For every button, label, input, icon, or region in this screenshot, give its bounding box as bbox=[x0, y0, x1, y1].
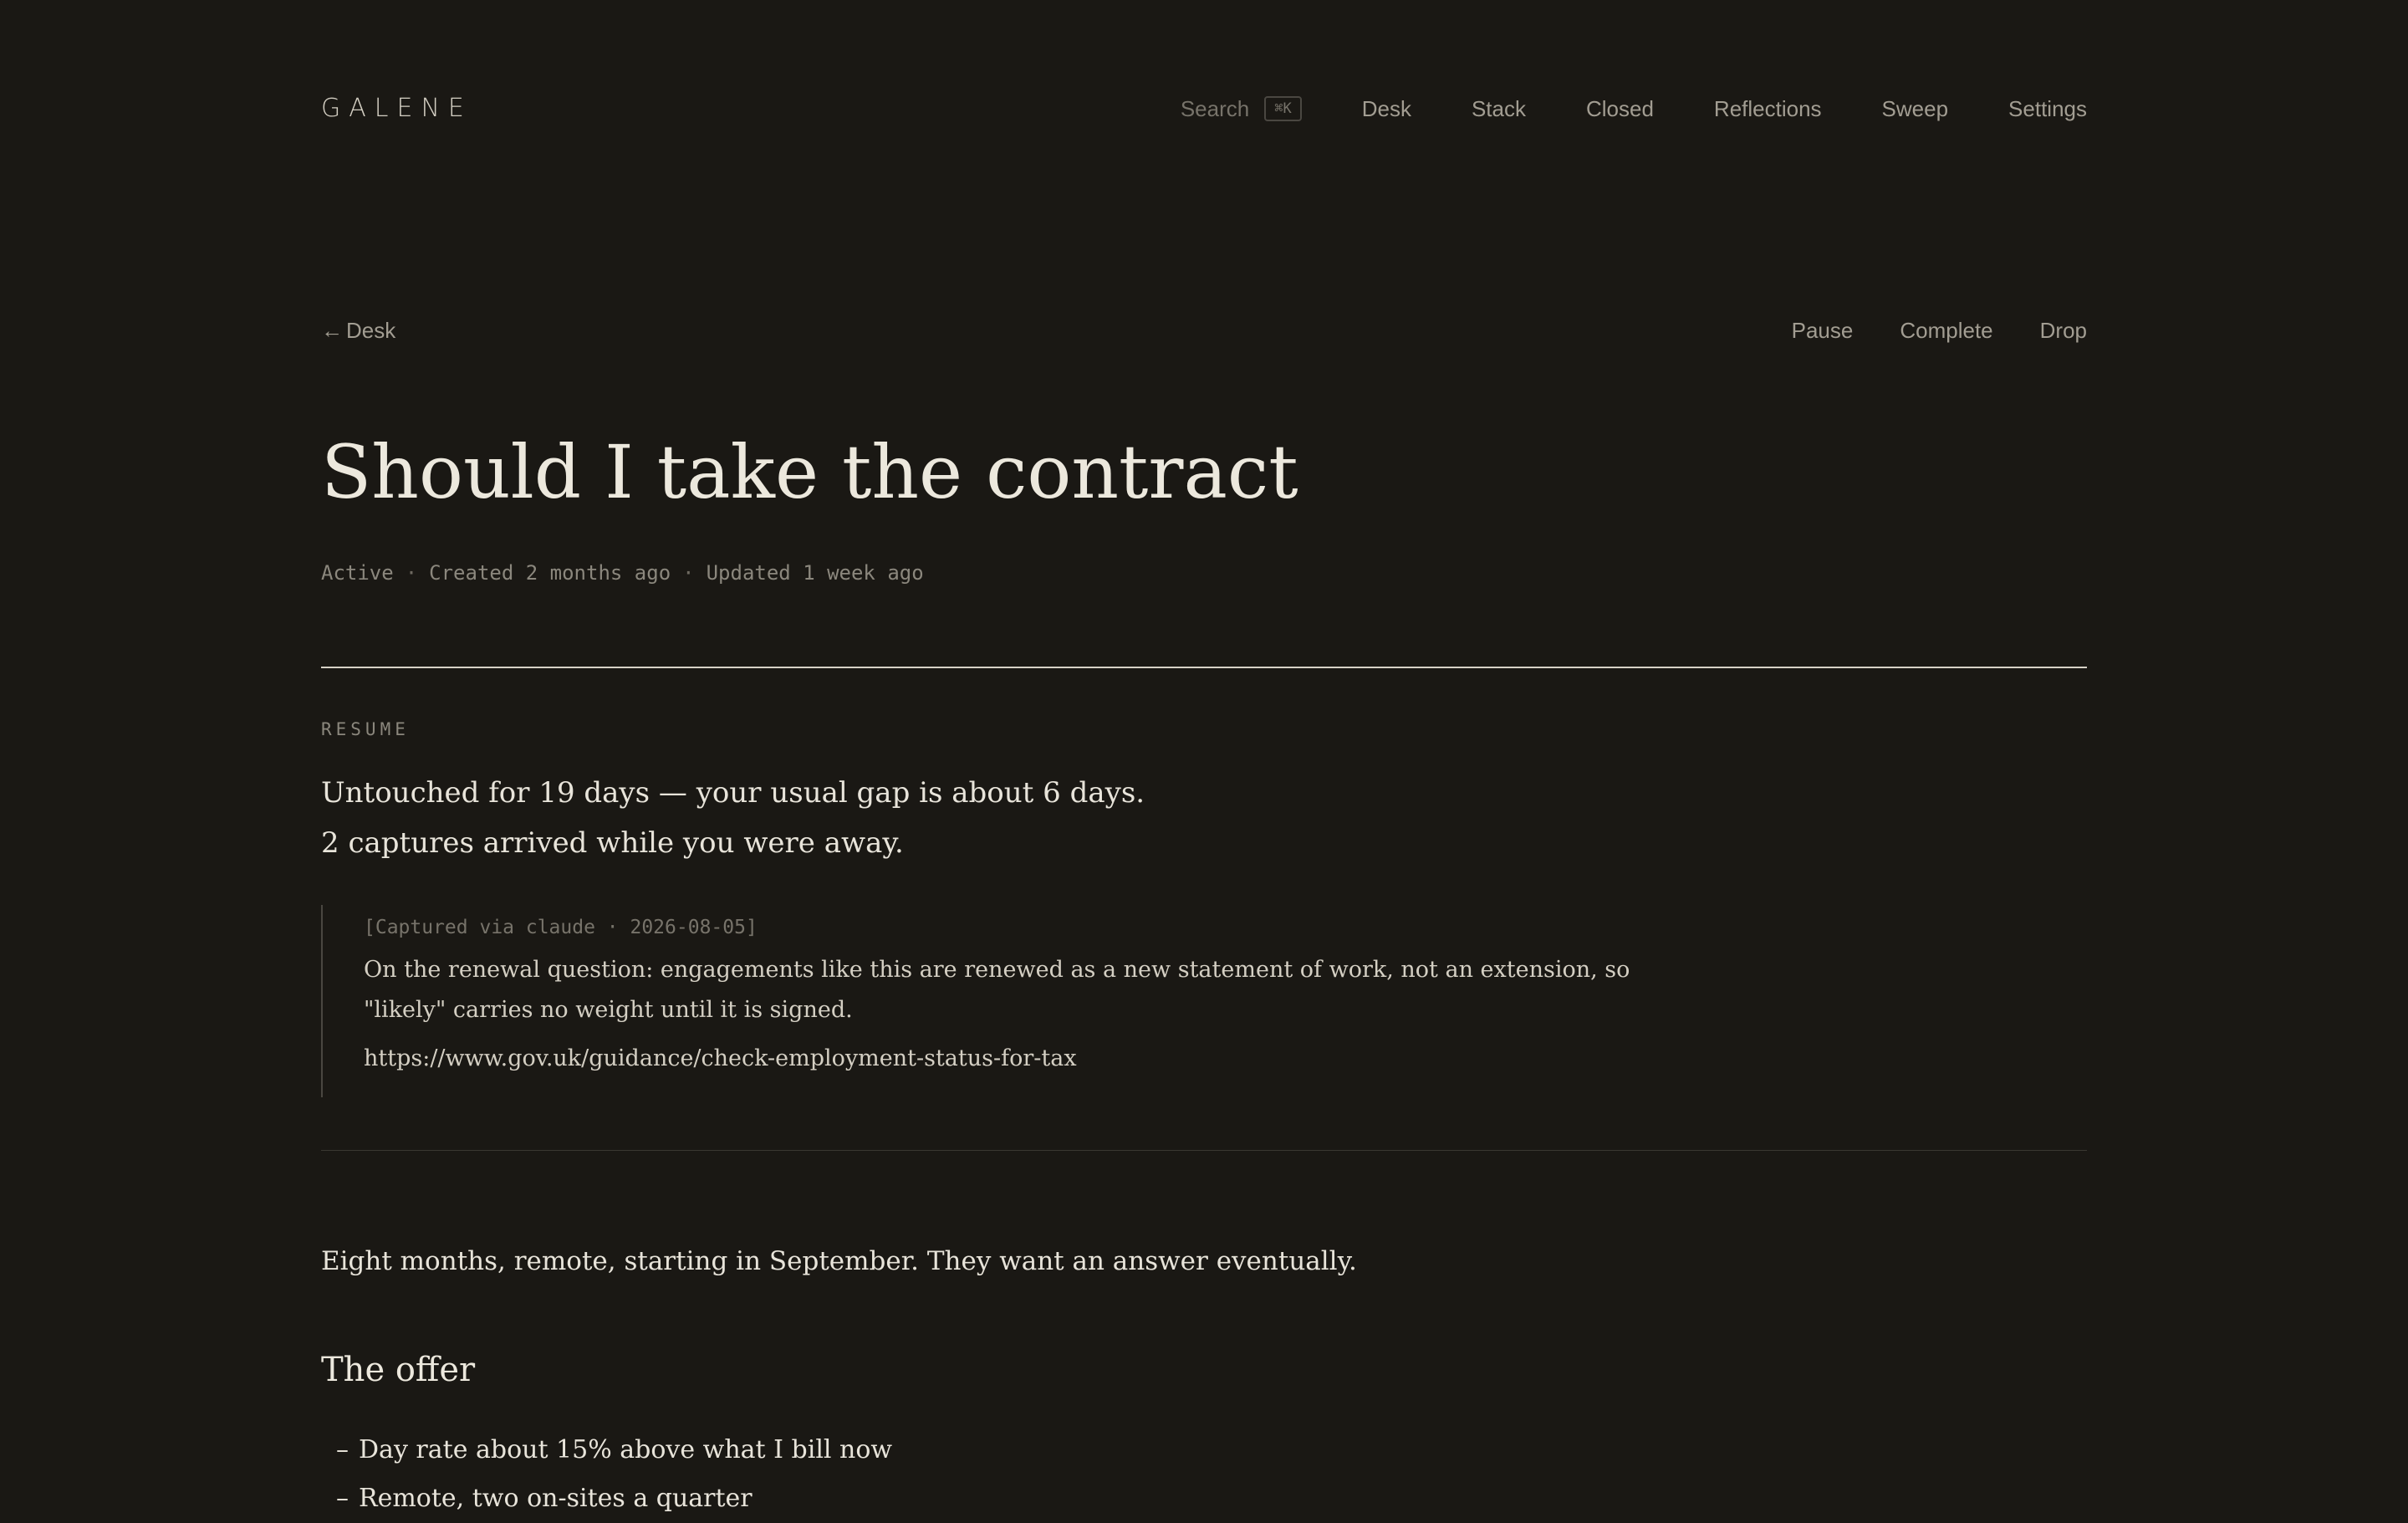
list-item: – Day rate about 15% above what I bill no… bbox=[336, 1426, 892, 1474]
list-item: – Remote, two on-sites a quarter bbox=[336, 1474, 892, 1523]
top-bar: GALENE Search ⌘K Desk Stack Closed Refle… bbox=[321, 92, 2087, 125]
complete-button[interactable]: Complete bbox=[1900, 316, 1992, 345]
pause-button[interactable]: Pause bbox=[1792, 316, 1854, 345]
drop-button[interactable]: Drop bbox=[2040, 316, 2087, 345]
list-item-text: Remote, two on-sites a quarter bbox=[359, 1484, 752, 1513]
search-label: Search bbox=[1180, 95, 1250, 121]
divider bbox=[321, 667, 2087, 668]
decision-toolbar: ← Desk Pause Complete Drop bbox=[321, 316, 2087, 345]
back-link-label: Desk bbox=[346, 318, 396, 343]
back-to-desk-link[interactable]: ← Desk bbox=[321, 316, 395, 345]
meta-separator: · bbox=[405, 561, 418, 585]
intro-paragraph: Eight months, remote, starting in Septem… bbox=[321, 1246, 1357, 1276]
nav-stack[interactable]: Stack bbox=[1472, 96, 1526, 122]
main-nav: Search ⌘K Desk Stack Closed Reflections … bbox=[1181, 92, 2087, 125]
nav-desk[interactable]: Desk bbox=[1362, 96, 1411, 122]
nav-sweep[interactable]: Sweep bbox=[1882, 96, 1949, 122]
list-item-text: Day rate about 15% above what I bill now bbox=[359, 1435, 893, 1464]
created-label: Created 2 months ago bbox=[429, 561, 671, 585]
resume-section-label: RESUME bbox=[321, 719, 410, 739]
search-button[interactable]: Search ⌘K bbox=[1181, 96, 1302, 122]
capture-link[interactable]: https://www.gov.uk/guidance/check-employ… bbox=[364, 1039, 1077, 1079]
arrow-left-icon: ← bbox=[321, 318, 343, 343]
page-title: Should I take the contract bbox=[321, 429, 1298, 515]
resume-line: 2 captures arrived while you were away. bbox=[321, 826, 904, 860]
decision-actions: Pause Complete Drop bbox=[1792, 316, 2087, 345]
brand-logo[interactable]: GALENE bbox=[321, 92, 472, 125]
status-label: Active bbox=[321, 561, 394, 585]
meta-separator: · bbox=[682, 561, 695, 585]
nav-closed[interactable]: Closed bbox=[1586, 96, 1654, 122]
capture-tag: [Captured via claude · 2026-08-05] bbox=[364, 917, 758, 938]
search-shortcut-badge: ⌘K bbox=[1264, 96, 1302, 121]
bullet-dash: – bbox=[336, 1435, 349, 1464]
divider bbox=[321, 1150, 2087, 1151]
nav-reflections[interactable]: Reflections bbox=[1714, 96, 1822, 122]
offer-list: – Day rate about 15% above what I bill no… bbox=[336, 1426, 892, 1523]
capture-quote: [Captured via claude · 2026-08-05] On th… bbox=[321, 905, 1692, 1097]
decision-meta: Active · Created 2 months ago · Updated … bbox=[321, 559, 924, 587]
section-heading: The offer bbox=[321, 1351, 476, 1389]
resume-line: Untouched for 19 days — your usual gap i… bbox=[321, 776, 1145, 810]
resume-summary: Untouched for 19 days — your usual gap i… bbox=[321, 768, 1145, 868]
nav-settings[interactable]: Settings bbox=[2008, 96, 2087, 122]
bullet-dash: – bbox=[336, 1484, 349, 1513]
updated-label: Updated 1 week ago bbox=[706, 561, 924, 585]
capture-text: On the renewal question: engagements lik… bbox=[364, 957, 1630, 1023]
